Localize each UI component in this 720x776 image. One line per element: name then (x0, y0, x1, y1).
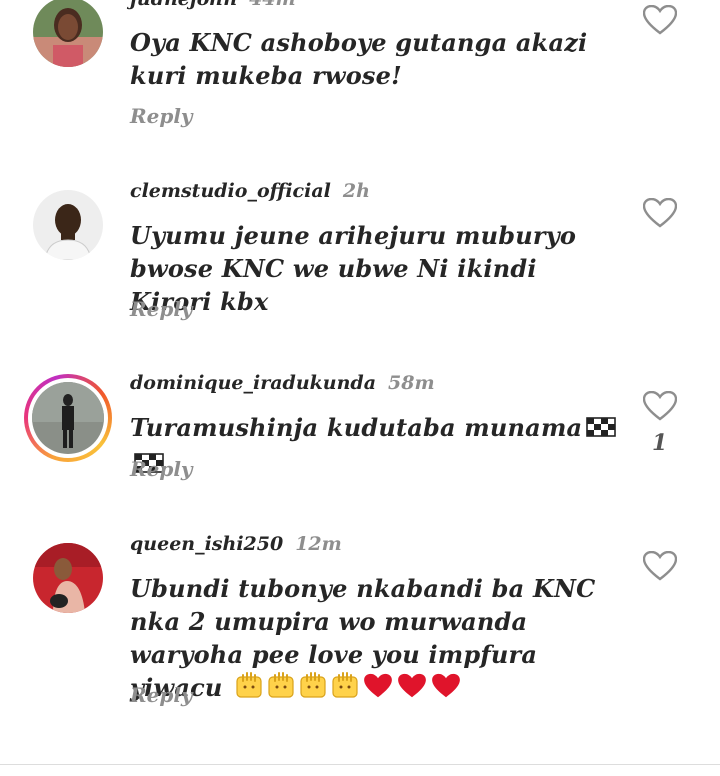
raised-hands-icon (235, 671, 263, 707)
red-heart-icon (363, 673, 393, 707)
timestamp: 12m (295, 533, 342, 555)
timestamp: 58m (388, 372, 435, 394)
timestamp: 44m (249, 0, 296, 10)
username[interactable]: dominique_iradukunda (130, 372, 376, 394)
comment-meta: queen_ishi250 12m (130, 533, 342, 555)
reply-button[interactable]: Reply (130, 104, 193, 128)
red-heart-icon (431, 673, 461, 707)
username[interactable]: judnejohn (130, 0, 237, 10)
comment-meta: judnejohn 44m (130, 0, 296, 10)
comment-meta: dominique_iradukunda 58m (130, 372, 435, 394)
raised-hands-icon (299, 671, 327, 707)
reply-button[interactable]: Reply (130, 457, 193, 481)
avatar-story-ring[interactable] (24, 374, 112, 462)
heart-outline-icon[interactable] (643, 198, 677, 228)
avatar[interactable] (33, 0, 103, 67)
comment-text: Ubundi tubonye nkabandi ba KNC nka 2 umu… (130, 572, 620, 707)
timestamp: 2h (342, 180, 370, 202)
checkered-flag-icon (586, 414, 617, 447)
avatar (32, 382, 104, 454)
red-heart-icon (397, 673, 427, 707)
username[interactable]: queen_ishi250 (130, 533, 283, 555)
comment-text: Oya KNC ashoboye gutanga akazi kuri muke… (130, 28, 588, 90)
raised-hands-icon (267, 671, 295, 707)
heart-outline-icon[interactable] (643, 551, 677, 581)
like-count: 1 (652, 430, 668, 456)
comment-text: Turamushinja kudutaba munama (130, 411, 620, 483)
username[interactable]: clemstudio_official (130, 180, 331, 202)
comment-text: Uyumu jeune arihejuru muburyo bwose KNC … (130, 221, 577, 316)
reply-button[interactable]: Reply (130, 297, 193, 321)
divider (0, 764, 720, 765)
avatar[interactable] (33, 543, 103, 613)
reply-button[interactable]: Reply (130, 683, 193, 707)
raised-hands-icon (331, 671, 359, 707)
comment-meta: clemstudio_official 2h (130, 180, 370, 202)
heart-outline-icon[interactable] (643, 391, 677, 421)
heart-outline-icon[interactable] (643, 5, 677, 35)
avatar[interactable] (33, 190, 103, 260)
comment-text-content: Turamushinja kudutaba munama (130, 413, 583, 442)
